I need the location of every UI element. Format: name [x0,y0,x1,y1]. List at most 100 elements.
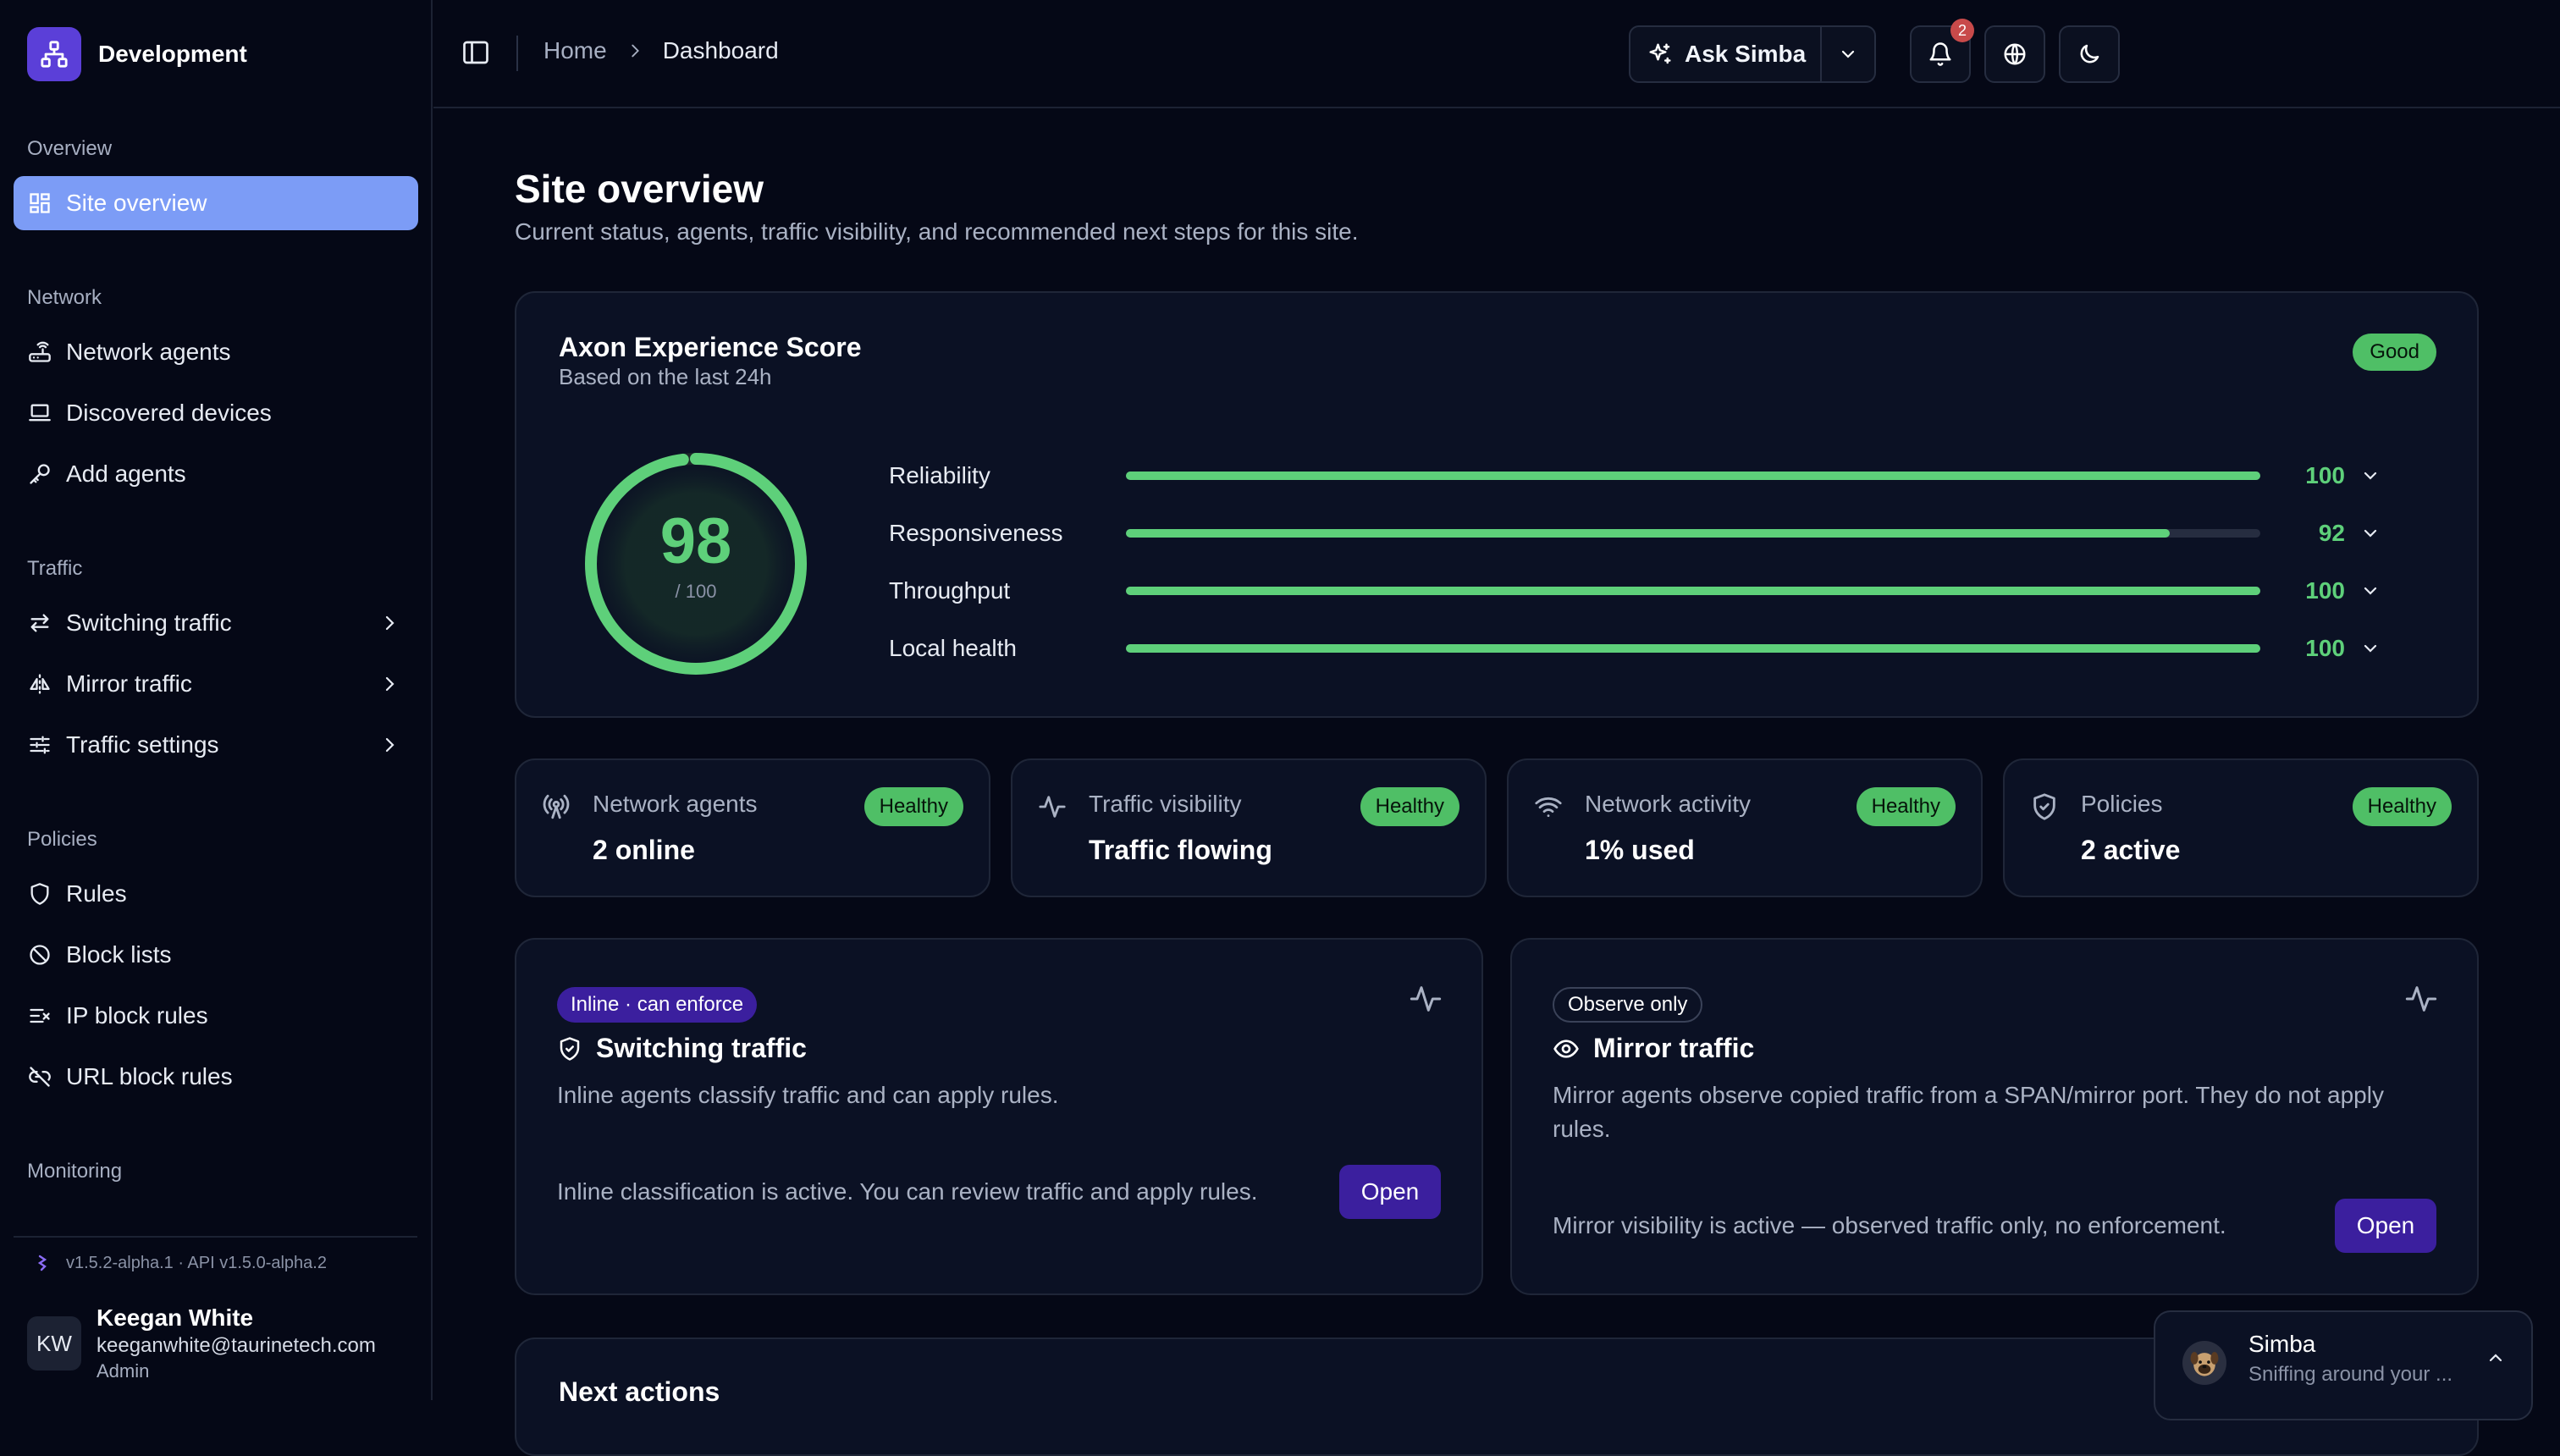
user-name: Keegan White [97,1304,254,1331]
stat-value: 2 active [2081,835,2181,865]
sidebar-item-mirror-traffic[interactable]: Mirror traffic [14,657,418,711]
notifications-button[interactable]: 2 [1910,19,1974,83]
metric-label: Reliability [889,462,990,488]
chevron-right-icon [379,674,400,694]
metric-bar-fill [1126,529,2170,538]
brand-mark-icon [34,1253,54,1273]
metric-bar-track [1126,644,2260,653]
workspace-switcher[interactable]: Development [27,27,247,81]
chevron-down-icon[interactable] [2360,581,2381,601]
simba-chat-widget[interactable]: Simba Sniffing around your ... [2154,1310,2533,1420]
globe-icon [2002,41,2028,67]
sidebar-item-traffic-settings[interactable]: Traffic settings [14,718,418,772]
card-footer-text: Inline classification is active. You can… [557,1178,1258,1205]
metric-value: 100 [2305,635,2345,661]
section-title-traffic: Traffic [27,557,83,580]
stat-label: Traffic visibility [1089,791,1242,817]
sidebar-item-network-agents[interactable]: Network agents [14,325,418,379]
stat-label: Network activity [1585,791,1752,817]
metric-row-responsiveness[interactable]: Responsiveness 92 [889,516,2430,550]
metric-value: 92 [2318,520,2345,546]
antenna-icon [542,792,571,821]
sidebar-item-add-agents[interactable]: Add agents [14,447,418,501]
score-value: 98 [659,505,732,577]
sidebar-item-switching-traffic[interactable]: Switching traffic [14,596,418,650]
experience-score-card: Axon Experience Score Based on the last … [515,291,2479,718]
stat-value: 1% used [1585,835,1695,865]
status-badge: Healthy [863,787,963,826]
status-badge: Healthy [1856,787,1956,826]
sidebar-item-ip-block-rules[interactable]: IP block rules [14,989,418,1043]
card-description: Inline agents classify traffic and can a… [557,1082,1059,1108]
score-denominator: / 100 [675,581,717,602]
moon-icon [2077,41,2102,67]
user-role: Admin [97,1360,150,1382]
ask-simba-button[interactable]: Ask Simba [1630,27,1820,81]
card-title-text: Switching traffic [596,1033,807,1063]
eye-icon [1553,1035,1580,1062]
status-badge: Good [2353,334,2436,371]
breadcrumb-home[interactable]: Home [543,37,607,64]
stat-value: Traffic flowing [1089,835,1272,865]
card-title: Mirror traffic [1553,1033,1754,1064]
sidebar-item-rules[interactable]: Rules [14,867,418,921]
metric-bar-track [1126,587,2260,595]
sidebar-item-block-lists[interactable]: Block lists [14,928,418,982]
sidebar-item-discovered-devices[interactable]: Discovered devices [14,386,418,440]
score-gauge: 98 / 100 [577,445,814,682]
sidebar-item-label: Discovered devices [66,400,272,426]
section-title-policies: Policies [27,828,97,851]
metric-row-throughput[interactable]: Throughput 100 [889,574,2430,608]
shield-icon [27,881,52,907]
stat-card-network-agents[interactable]: Network agents 2 online Healthy [515,758,990,897]
chevron-up-icon[interactable] [2486,1348,2506,1368]
stat-value: 2 online [593,835,695,865]
metric-bar-track [1126,472,2260,480]
metric-label: Throughput [889,577,1011,604]
user-menu[interactable]: KW Keegan White keeganwhite@taurinetech.… [27,1304,376,1383]
sidebar-item-label: URL block rules [66,1063,233,1089]
sidebar-footer-divider [14,1236,417,1238]
section-title-network: Network [27,286,102,309]
sidebar-item-site-overview[interactable]: Site overview [14,176,418,230]
sidebar-item-label: Rules [66,880,127,907]
stat-card-traffic-visibility[interactable]: Traffic visibility Traffic flowing Healt… [1011,758,1487,897]
card-footer-text: Mirror visibility is active — observed t… [1553,1212,2226,1238]
shield-check-icon [557,1036,582,1062]
stat-label: Policies [2081,791,2163,817]
metric-label: Local health [889,635,1018,661]
sidebar-item-label: Traffic settings [66,731,219,758]
ask-simba-split-button: Ask Simba [1629,25,1876,83]
ask-simba-label: Ask Simba [1685,41,1807,67]
chevron-down-icon[interactable] [2360,638,2381,659]
metric-bar-track [1126,529,2260,538]
user-info: Keegan White keeganwhite@taurinetech.com… [97,1304,376,1383]
sliders-icon [27,732,52,758]
version-text: v1.5.2-alpha.1 · API v1.5.0-alpha.2 [66,1253,327,1272]
shield-check-icon [2030,792,2059,821]
stat-card-network-activity[interactable]: Network activity 1% used Healthy [1507,758,1983,897]
sidebar-item-url-block-rules[interactable]: URL block rules [14,1050,418,1104]
ask-simba-dropdown[interactable] [1822,44,1874,64]
metric-row-reliability[interactable]: Reliability 100 [889,459,2430,493]
router-icon [27,339,52,365]
chevron-down-icon[interactable] [2360,523,2381,543]
theme-toggle-button[interactable] [2059,25,2120,83]
score-title: Axon Experience Score [559,332,862,362]
score-subtitle: Based on the last 24h [559,364,772,389]
pulse-icon [1038,792,1067,821]
open-mirror-traffic-button[interactable]: Open [2335,1199,2436,1253]
sidebar-item-label: Site overview [66,190,207,216]
pulse-icon [2404,982,2438,1016]
language-button[interactable] [1984,25,2045,83]
open-switching-traffic-button[interactable]: Open [1339,1165,1441,1219]
sidebar-toggle-button[interactable] [461,37,491,68]
sidebar-item-label: Block lists [66,941,172,968]
stat-card-policies[interactable]: Policies 2 active Healthy [2003,758,2479,897]
metric-row-local-health[interactable]: Local health 100 [889,631,2430,665]
chevron-down-icon[interactable] [2360,466,2381,486]
link-off-icon [27,1064,52,1089]
metric-value: 100 [2305,577,2345,604]
switching-traffic-card: Inline · can enforce Switching traffic I… [515,938,1483,1295]
section-title-monitoring: Monitoring [27,1160,123,1183]
